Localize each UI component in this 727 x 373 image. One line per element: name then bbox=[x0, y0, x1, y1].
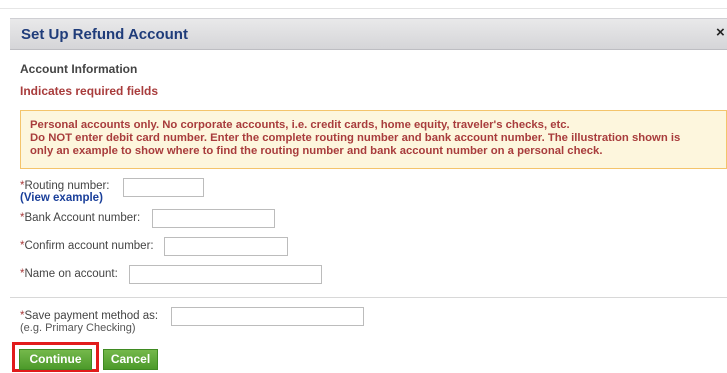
required-fields-note: Indicates required fields bbox=[20, 84, 159, 98]
dialog-header: Set Up Refund Account × bbox=[10, 18, 727, 50]
cancel-button[interactable]: Cancel bbox=[103, 349, 158, 370]
form-divider bbox=[10, 297, 727, 298]
warning-box: Personal accounts only. No corporate acc… bbox=[20, 110, 727, 169]
confirm-account-label: *Confirm account number: bbox=[20, 240, 154, 252]
continue-button[interactable]: Continue bbox=[19, 349, 92, 370]
save-payment-input[interactable] bbox=[171, 307, 364, 326]
routing-number-label: *Routing number: (View example) bbox=[20, 180, 110, 204]
name-on-account-label: *Name on account: bbox=[20, 268, 118, 280]
section-title: Account Information bbox=[20, 62, 138, 76]
confirm-account-label-text: Confirm account number: bbox=[24, 240, 154, 252]
save-payment-hint: (e.g. Primary Checking) bbox=[20, 322, 136, 334]
bank-account-label-text: Bank Account number: bbox=[24, 212, 141, 224]
bank-account-label: *Bank Account number: bbox=[20, 212, 140, 224]
save-payment-label: *Save payment method as: (e.g. Primary C… bbox=[20, 310, 158, 334]
save-payment-label-text: Save payment method as: bbox=[24, 310, 159, 322]
view-example-link[interactable]: View example bbox=[24, 192, 99, 204]
confirm-account-input[interactable] bbox=[164, 237, 288, 256]
close-icon[interactable]: × bbox=[716, 23, 727, 43]
top-divider bbox=[0, 8, 727, 9]
name-on-account-input[interactable] bbox=[129, 265, 322, 284]
warning-line: Do NOT enter debit card number. Enter th… bbox=[30, 132, 681, 144]
routing-number-label-text: Routing number: bbox=[24, 180, 110, 192]
bank-account-input[interactable] bbox=[152, 209, 275, 228]
name-on-account-label-text: Name on account: bbox=[24, 268, 118, 280]
warning-line: only an example to show where to find th… bbox=[30, 145, 603, 157]
paren-close: ) bbox=[99, 192, 103, 204]
dialog-title: Set Up Refund Account bbox=[21, 26, 188, 43]
routing-number-input[interactable] bbox=[123, 178, 204, 197]
warning-line: Personal accounts only. No corporate acc… bbox=[30, 119, 570, 131]
